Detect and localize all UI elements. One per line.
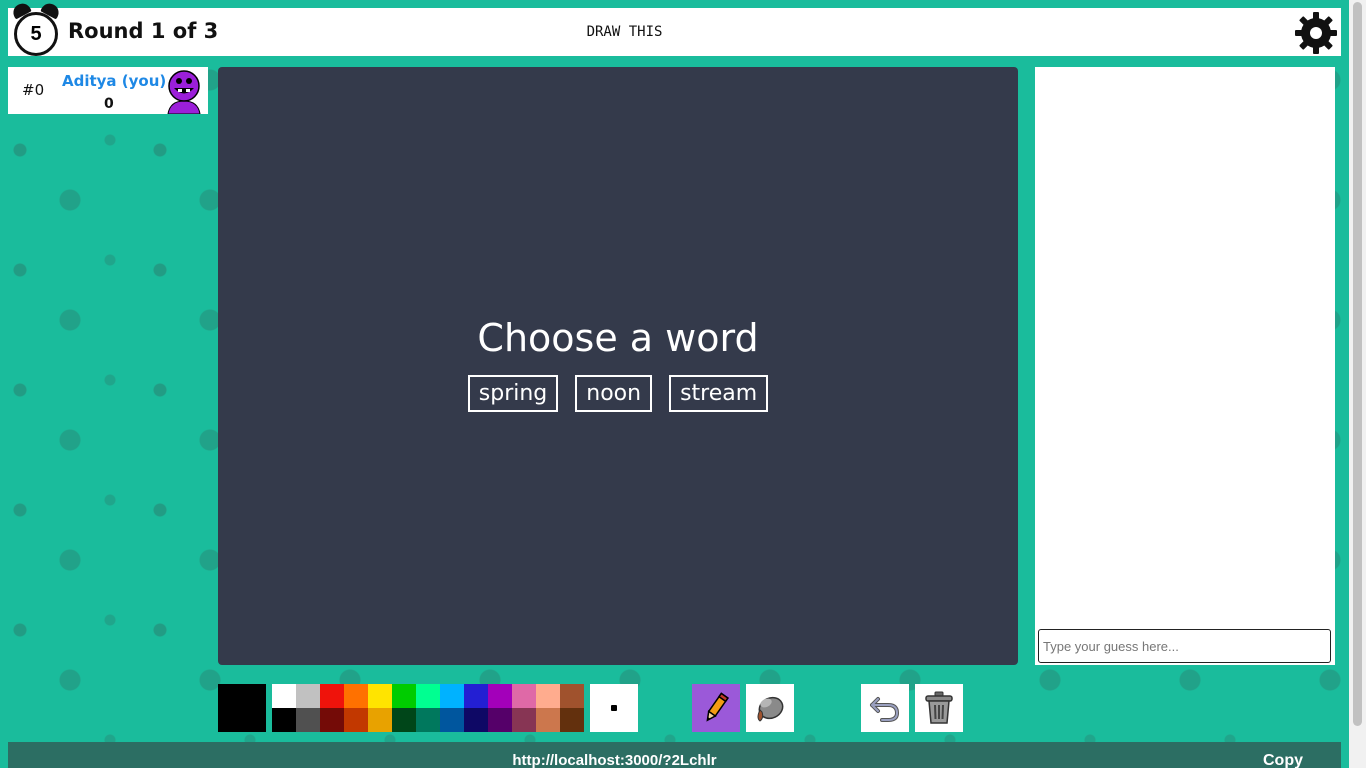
drawing-canvas[interactable]: Choose a word spring noon stream [218, 67, 1018, 665]
color-swatch[interactable] [416, 684, 440, 708]
color-swatch[interactable] [272, 708, 296, 732]
game-header: 5 Round 1 of 3 DRAW THIS [8, 0, 1341, 56]
brush-size-button[interactable] [590, 684, 638, 732]
color-swatch[interactable] [440, 684, 464, 708]
color-swatch[interactable] [344, 684, 368, 708]
color-swatch[interactable] [320, 708, 344, 732]
color-swatch[interactable] [296, 684, 320, 708]
word-option-spring[interactable]: spring [467, 375, 559, 412]
word-option-noon[interactable]: noon [575, 375, 653, 412]
color-swatch[interactable] [560, 684, 584, 708]
color-swatch[interactable] [368, 708, 392, 732]
color-swatch[interactable] [296, 708, 320, 732]
color-swatch[interactable] [536, 684, 560, 708]
color-swatch[interactable] [320, 684, 344, 708]
color-swatch[interactable] [464, 708, 488, 732]
player-score: 0 [104, 96, 114, 112]
current-color-swatch [218, 684, 266, 732]
page-scrollbar[interactable] [1349, 0, 1366, 768]
scrollbar-thumb[interactable] [1353, 2, 1362, 726]
undo-icon [870, 697, 899, 722]
color-swatch[interactable] [440, 708, 464, 732]
color-swatch[interactable] [368, 684, 392, 708]
pencil-icon [706, 692, 729, 722]
word-option-stream[interactable]: stream [669, 375, 769, 412]
player-name: Aditya (you) [62, 72, 167, 90]
invite-bar: http://localhost:3000/?2Lchlr Copy [8, 742, 1341, 768]
color-swatch[interactable] [392, 708, 416, 732]
fill-bucket-icon [757, 696, 784, 722]
color-swatch[interactable] [512, 708, 536, 732]
player-rank: #0 [22, 81, 45, 99]
choose-word-title: Choose a word [477, 316, 759, 360]
word-hint: DRAW THIS [586, 24, 663, 40]
color-swatch[interactable] [488, 708, 512, 732]
chat-panel [1035, 67, 1335, 665]
invite-url[interactable]: http://localhost:3000/?2Lchlr [8, 752, 1221, 768]
fill-bucket-tool-button[interactable] [746, 684, 794, 732]
clear-canvas-button[interactable] [915, 684, 963, 732]
trash-icon [925, 691, 953, 724]
color-swatch[interactable] [272, 684, 296, 708]
guess-input[interactable] [1038, 629, 1331, 663]
word-options: spring noon stream [218, 375, 1018, 412]
color-swatch[interactable] [392, 684, 416, 708]
color-palette [272, 684, 584, 732]
color-swatch[interactable] [464, 684, 488, 708]
color-swatch[interactable] [536, 708, 560, 732]
color-swatch[interactable] [344, 708, 368, 732]
settings-gear-icon[interactable] [1293, 10, 1339, 56]
copy-button[interactable]: Copy [1263, 752, 1303, 768]
brush-size-dot [611, 705, 617, 711]
undo-button[interactable] [861, 684, 909, 732]
color-swatch[interactable] [512, 684, 536, 708]
pencil-tool-button[interactable] [692, 684, 740, 732]
player-card: #0 Aditya (you) 0 [8, 67, 208, 115]
color-swatch[interactable] [560, 708, 584, 732]
color-swatch[interactable] [416, 708, 440, 732]
color-swatch[interactable] [488, 684, 512, 708]
avatar [162, 69, 206, 115]
